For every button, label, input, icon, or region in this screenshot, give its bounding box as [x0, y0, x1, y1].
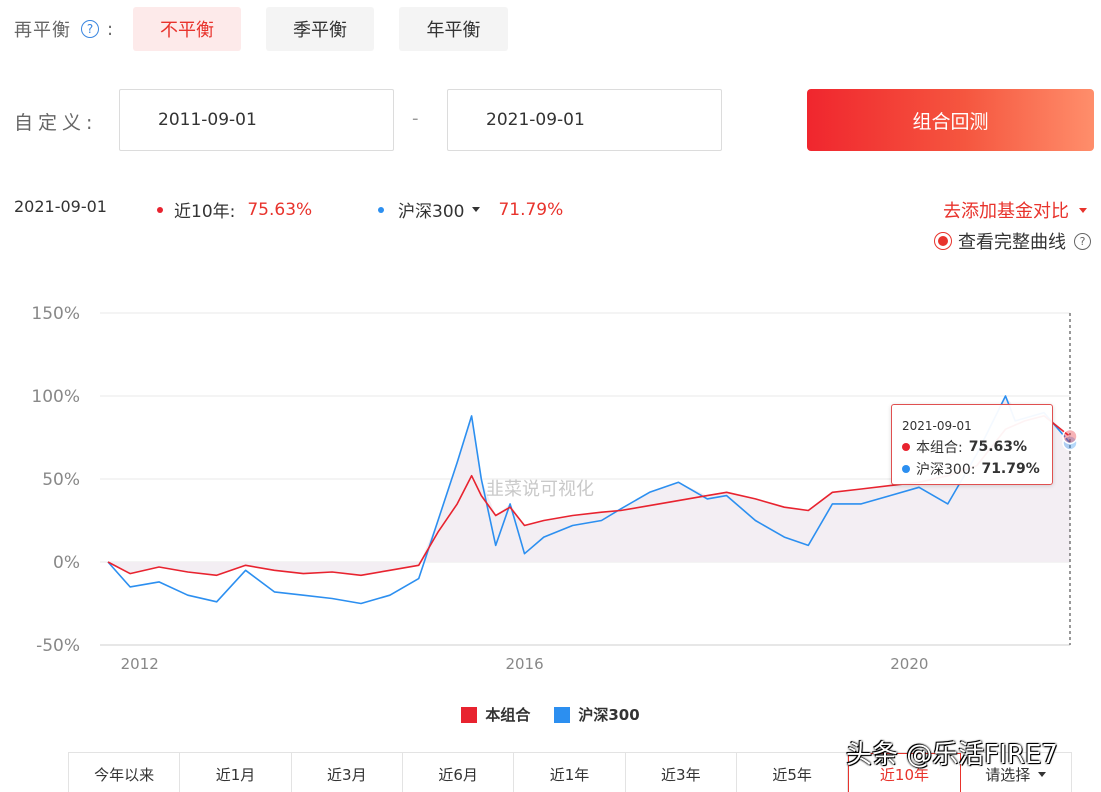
tooltip-row-portfolio: 本组合: 75.63% — [902, 437, 1042, 457]
tab-3y[interactable]: 近3年 — [626, 753, 737, 792]
start-date-input[interactable]: 2011-09-01 — [119, 89, 394, 151]
rebalance-row: 再平衡 ? : — [14, 6, 113, 52]
help-icon[interactable]: ? — [1074, 232, 1091, 250]
summary-date: 2021-09-01 — [14, 197, 107, 216]
legend-label-benchmark[interactable]: 沪深300 — [578, 704, 639, 725]
chart-tooltip: 2021-09-01 本组合: 75.63% 沪深300: 71.79% — [891, 404, 1053, 485]
tooltip-row1-value: 75.63% — [968, 439, 1028, 455]
benchmark-dot — [378, 206, 384, 213]
y-tick-label: 0% — [53, 553, 80, 573]
x-tick-label: 2016 — [505, 655, 543, 673]
x-tick-label: 2012 — [121, 655, 159, 673]
tab-5y[interactable]: 近5年 — [737, 753, 849, 792]
view-full-label[interactable]: 查看完整曲线 — [958, 228, 1066, 254]
tooltip-row2-label: 沪深300: — [916, 462, 976, 478]
caret-down-icon[interactable] — [1038, 771, 1047, 777]
legend-swatch-portfolio — [461, 706, 478, 723]
series1-value: 75.63% — [247, 199, 313, 220]
chart-svg[interactable]: 150% 100% 50% 0% -50% 2012 2016 2020 韭菜说可视化 — [0, 295, 1101, 695]
tooltip-row-benchmark: 沪深300: 71.79% — [902, 459, 1042, 479]
end-marker-portfolio — [1062, 428, 1078, 445]
rebalance-label: 再平衡 — [14, 20, 71, 41]
y-tick-label: 150% — [31, 304, 80, 324]
portfolio-dot — [902, 443, 910, 451]
performance-chart[interactable]: 150% 100% 50% 0% -50% 2012 2016 2020 韭菜说可视化 — [0, 295, 1101, 695]
caret-down-icon[interactable] — [472, 207, 481, 212]
radio-selected-icon[interactable] — [934, 232, 952, 250]
caret-down-icon[interactable] — [1079, 207, 1087, 213]
tab-6m[interactable]: 近6月 — [403, 753, 515, 792]
tab-3m[interactable]: 近3月 — [292, 753, 403, 792]
chart-watermark: 韭菜说可视化 — [486, 479, 594, 500]
rebalance-option-yearly[interactable]: 年平衡 — [399, 7, 508, 51]
series2-label[interactable]: 沪深300 — [398, 197, 464, 222]
custom-range-label: 自定义: — [14, 112, 98, 134]
rebalance-colon: : — [107, 18, 114, 40]
y-tick-label: 100% — [31, 387, 80, 407]
benchmark-dot — [902, 465, 910, 473]
page-watermark: 头条 @乐活FIRE7 — [846, 740, 1058, 770]
legend-item-benchmark[interactable]: 沪深300 — [554, 704, 640, 725]
view-full-curve[interactable]: 查看完整曲线 ? — [934, 228, 1091, 254]
backtest-button[interactable]: 组合回测 — [807, 89, 1094, 151]
y-tick-label: -50% — [36, 636, 80, 656]
help-icon[interactable]: ? — [81, 20, 99, 38]
legend-label-portfolio[interactable]: 本组合 — [485, 704, 530, 725]
y-tick-label: 50% — [42, 470, 80, 490]
summary-series1: 近10年: 75.63% — [157, 197, 312, 222]
portfolio-dot — [157, 206, 163, 213]
tab-1m[interactable]: 近1月 — [180, 753, 292, 792]
tooltip-row1-label: 本组合: — [916, 440, 963, 456]
tooltip-row2-value: 71.79% — [981, 461, 1040, 477]
tooltip-date: 2021-09-01 — [902, 419, 972, 433]
legend-item-portfolio[interactable]: 本组合 — [461, 704, 530, 725]
tab-ytd[interactable]: 今年以来 — [69, 753, 181, 792]
rebalance-option-quarterly[interactable]: 季平衡 — [266, 7, 374, 51]
x-tick-label: 2020 — [890, 655, 928, 673]
legend-swatch-benchmark — [554, 706, 571, 723]
chart-legend: 本组合 沪深300 — [0, 704, 1101, 725]
series1-label: 近10年: — [174, 202, 236, 222]
date-separator: - — [412, 108, 419, 129]
add-compare-link[interactable]: 去添加基金对比 — [943, 197, 1087, 223]
add-compare-label[interactable]: 去添加基金对比 — [943, 197, 1069, 223]
series2-value: 71.79% — [498, 199, 564, 220]
summary-series2[interactable]: 沪深300 71.79% — [378, 197, 563, 222]
end-date-input[interactable]: 2021-09-01 — [447, 89, 722, 151]
tab-1y[interactable]: 近1年 — [514, 753, 626, 792]
rebalance-option-none[interactable]: 不平衡 — [133, 7, 241, 51]
